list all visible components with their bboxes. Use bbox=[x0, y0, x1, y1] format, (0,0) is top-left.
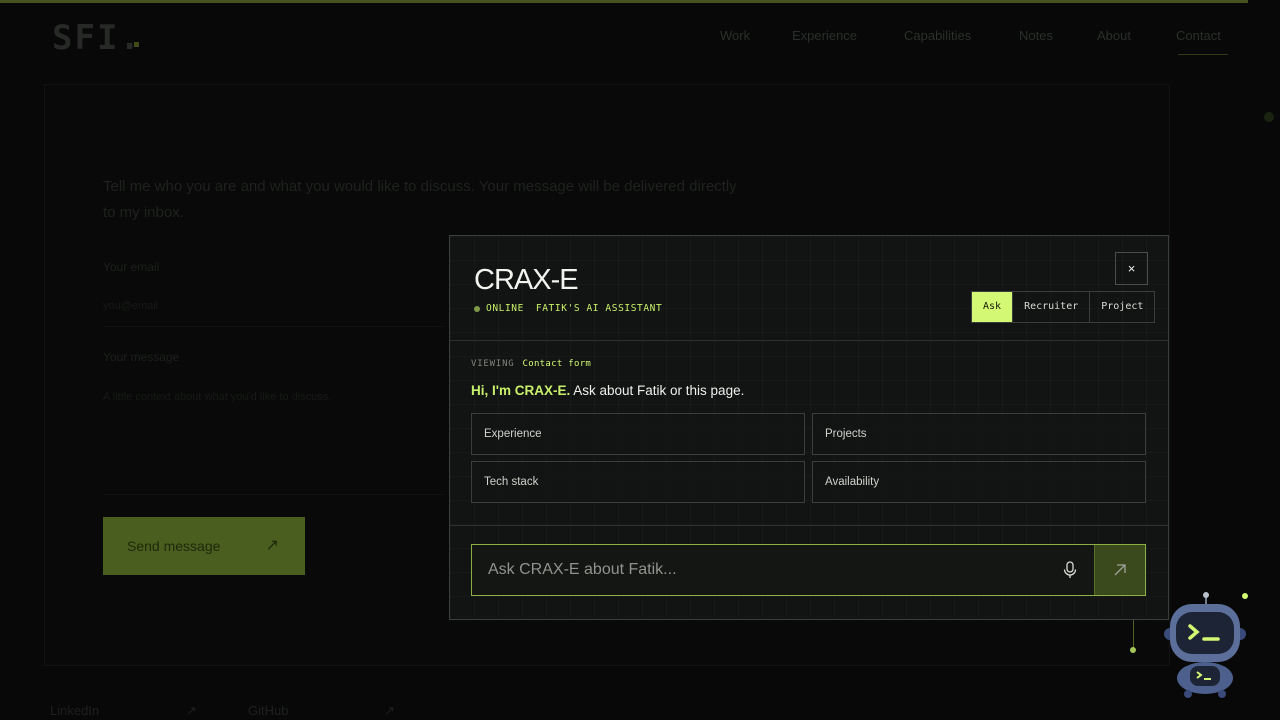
greeting-strong: Hi, I'm CRAX-E. bbox=[471, 383, 571, 398]
send-message-button[interactable]: Send message ↗ bbox=[103, 517, 305, 575]
ask-input[interactable] bbox=[472, 545, 1092, 595]
nav-link-experience[interactable]: Experience bbox=[792, 28, 857, 43]
arrow-up-right-icon: ↗ bbox=[265, 537, 279, 554]
assistant-greeting: Hi, I'm CRAX-E. Ask about Fatik or this … bbox=[471, 383, 744, 398]
nav-link-work[interactable]: Work bbox=[720, 28, 750, 43]
connector-line bbox=[1133, 620, 1134, 650]
online-dot-icon bbox=[474, 305, 480, 312]
status-text: ONLINE bbox=[486, 303, 524, 314]
nav-active-underline bbox=[1178, 54, 1228, 55]
tab-ask[interactable]: Ask bbox=[972, 292, 1013, 322]
close-icon: × bbox=[1127, 261, 1136, 276]
composer-divider bbox=[450, 525, 1168, 526]
suggestion-label: Experience bbox=[484, 428, 542, 440]
connector-dot bbox=[1130, 647, 1136, 653]
assistant-title: CRAX-E bbox=[474, 264, 579, 296]
robot-icon[interactable] bbox=[1160, 590, 1250, 700]
suggestion-label: Tech stack bbox=[484, 476, 539, 488]
greeting-rest: Ask about Fatik or this page. bbox=[570, 383, 745, 398]
nav-link-about[interactable]: About bbox=[1097, 28, 1131, 43]
logo-accent-dot bbox=[134, 42, 139, 47]
message-field[interactable]: A little context about what you'd like t… bbox=[103, 391, 331, 403]
viewing-value: Contact form bbox=[522, 359, 592, 369]
tab-project[interactable]: Project bbox=[1089, 292, 1154, 322]
email-label: Your email bbox=[103, 260, 160, 274]
suggestion-experience[interactable]: Experience bbox=[471, 413, 805, 455]
mode-tabs: Ask Recruiter Project bbox=[971, 291, 1156, 323]
nav-link-capabilities[interactable]: Capabilities bbox=[904, 28, 971, 43]
message-rule bbox=[103, 494, 443, 495]
close-button[interactable]: × bbox=[1115, 252, 1148, 285]
arrow-up-right-icon: ↗ bbox=[186, 703, 197, 718]
assistant-dialog: CRAX-E ONLINE FATIK'S AI ASSISTANT × Ask… bbox=[449, 235, 1169, 620]
footer-link-linkedin[interactable]: LinkedIn bbox=[50, 703, 99, 718]
suggestion-tech-stack[interactable]: Tech stack bbox=[471, 461, 805, 503]
top-progress-line bbox=[0, 0, 1248, 3]
tab-recruiter[interactable]: Recruiter bbox=[1012, 292, 1089, 322]
email-field[interactable]: you@email bbox=[103, 300, 158, 312]
arrow-up-right-icon bbox=[1114, 564, 1126, 576]
nav-link-notes[interactable]: Notes bbox=[1019, 28, 1053, 43]
site-logo[interactable]: SFI. bbox=[52, 18, 142, 58]
viewing-context: VIEWING Contact form bbox=[471, 359, 591, 369]
viewing-label: VIEWING bbox=[471, 359, 515, 369]
message-label: Your message bbox=[103, 350, 180, 364]
email-rule bbox=[103, 326, 443, 327]
assistant-header: CRAX-E ONLINE FATIK'S AI ASSISTANT × Ask… bbox=[450, 236, 1168, 341]
suggestion-label: Projects bbox=[825, 428, 867, 440]
suggestion-availability[interactable]: Availability bbox=[812, 461, 1146, 503]
arrow-up-right-icon: ↗ bbox=[384, 703, 395, 718]
suggestion-label: Availability bbox=[825, 476, 880, 488]
contact-intro: Tell me who you are and what you would l… bbox=[103, 178, 737, 221]
side-indicator-dot bbox=[1264, 112, 1274, 122]
ask-composer bbox=[471, 544, 1146, 596]
assistant-status: ONLINE FATIK'S AI ASSISTANT bbox=[474, 303, 662, 314]
suggestion-projects[interactable]: Projects bbox=[812, 413, 1146, 455]
assistant-subtitle: FATIK'S AI ASSISTANT bbox=[535, 303, 663, 314]
footer-link-github[interactable]: GitHub bbox=[248, 703, 288, 718]
microphone-icon[interactable] bbox=[1062, 561, 1078, 579]
nav-link-contact[interactable]: Contact bbox=[1176, 28, 1221, 43]
send-button[interactable] bbox=[1094, 545, 1145, 595]
send-message-label: Send message bbox=[127, 538, 221, 554]
